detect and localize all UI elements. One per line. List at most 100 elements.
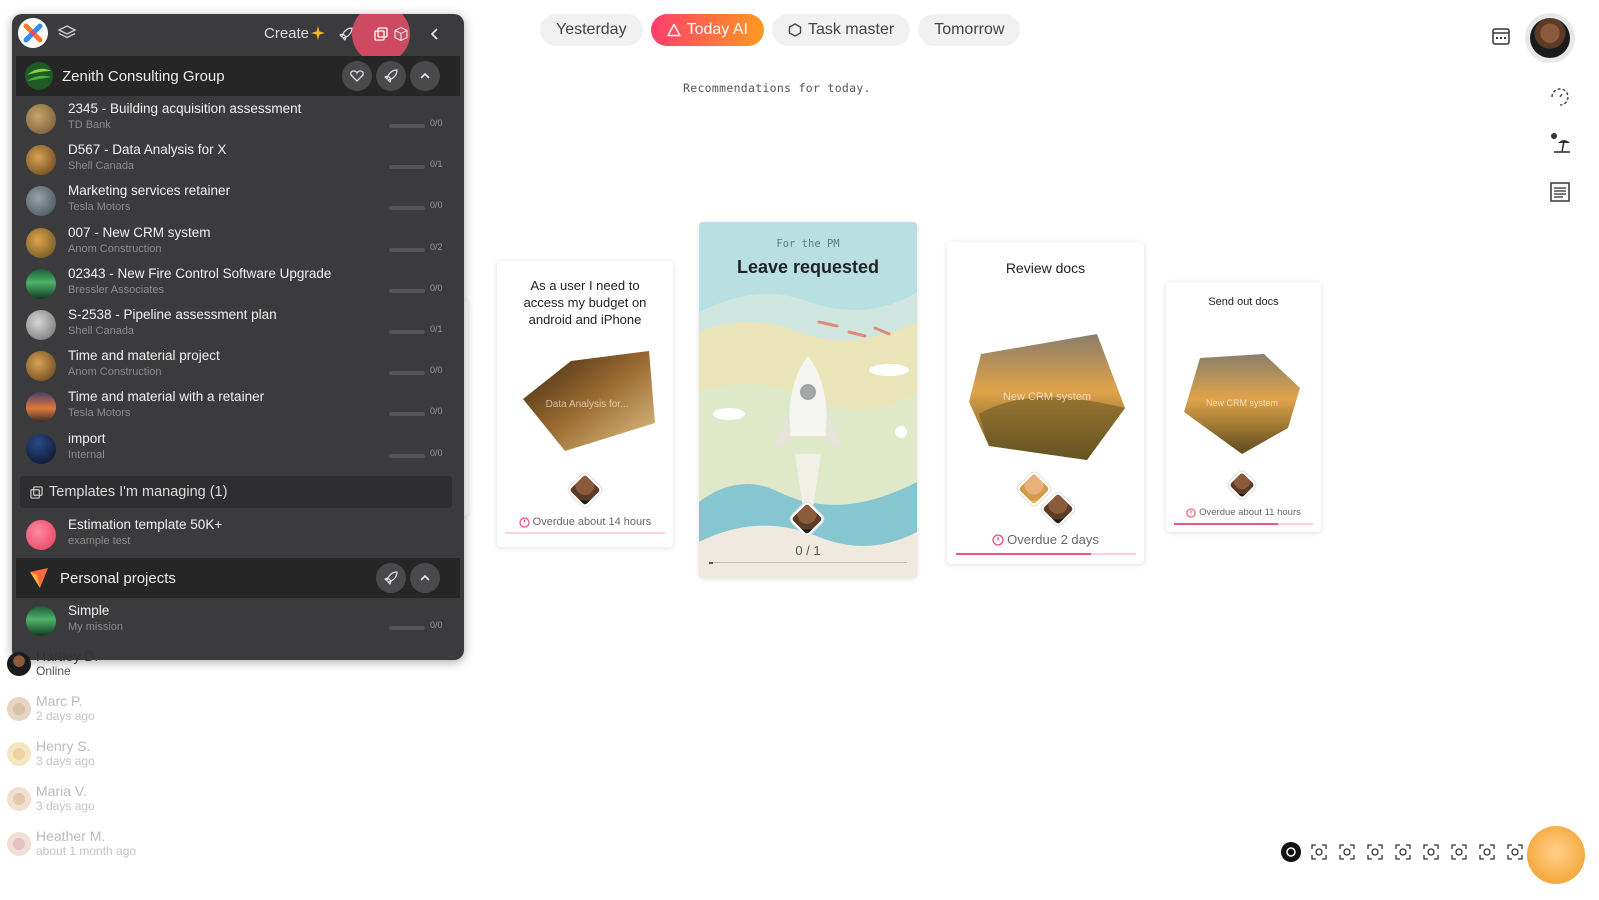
user-name: Hartley D. <box>36 648 99 664</box>
task-card-send[interactable]: Send out docs New CRM system Overdue abo… <box>1166 282 1321 532</box>
group-logo <box>25 62 53 90</box>
progress-fill <box>709 562 713 564</box>
project-progress-bar <box>389 412 425 417</box>
overdue-text: Overdue about 11 hours <box>1199 507 1301 518</box>
tab-yesterday[interactable]: Yesterday <box>540 14 643 46</box>
clock-icon <box>519 516 530 528</box>
copy-icon <box>374 27 388 41</box>
user-avatar[interactable] <box>1525 13 1575 63</box>
focus-target-icon-active[interactable] <box>1281 842 1301 862</box>
focus-target-icon[interactable] <box>1477 842 1497 862</box>
tag-heart-icon[interactable] <box>342 61 372 91</box>
templates-label: Templates I'm managing (1) <box>49 484 228 500</box>
overdue-status: Overdue about 14 hours <box>497 516 673 528</box>
project-progress-bar <box>389 288 425 293</box>
project-count: 0/0 <box>430 447 443 458</box>
tab-today-ai[interactable]: Today AI <box>650 14 764 46</box>
project-row[interactable]: 02343 - New Fire Control Software Upgrad… <box>16 263 460 304</box>
overdue-text: Overdue about 14 hours <box>532 516 652 528</box>
project-row[interactable]: Simple My mission 0/0 <box>16 600 460 641</box>
focus-target-icon[interactable] <box>1449 842 1469 862</box>
tab-label: Yesterday <box>556 21 627 38</box>
user-status: Online <box>36 664 71 678</box>
rocket-icon[interactable] <box>376 61 406 91</box>
sparkle-icon[interactable] <box>310 25 326 41</box>
online-user[interactable]: Marc P. 2 days ago <box>7 693 207 733</box>
cube-icon[interactable] <box>387 20 415 48</box>
tab-tomorrow[interactable]: Tomorrow <box>918 14 1021 46</box>
project-progress-bar <box>389 626 425 630</box>
templates-header[interactable]: Templates I'm managing (1) <box>20 476 452 508</box>
progress-bar <box>956 553 1136 555</box>
project-thumbnail <box>26 227 56 258</box>
project-title: 007 - New CRM system <box>68 224 211 240</box>
project-progress-bar <box>389 247 425 252</box>
rocket-icon[interactable] <box>376 563 406 593</box>
collapse-panel-icon[interactable] <box>421 20 449 48</box>
template-row[interactable]: Estimation template 50K+ example test <box>16 514 460 555</box>
tab-task-master[interactable]: Task master <box>771 14 911 46</box>
project-thumbnail <box>26 606 56 636</box>
tab-label: Today AI <box>686 21 748 38</box>
vacation-icon[interactable] <box>1547 130 1573 156</box>
online-user[interactable]: Henry S. 3 days ago <box>7 738 207 778</box>
task-card-leave[interactable]: For the PM Leave requested 0 / 1 <box>699 222 917 578</box>
online-user[interactable]: Heather M. about 1 month ago <box>7 828 207 868</box>
group-header-zenith[interactable]: Zenith Consulting Group <box>16 56 460 96</box>
focus-target-icon[interactable] <box>1309 842 1329 862</box>
project-client: Shell Canada <box>68 160 135 173</box>
project-row[interactable]: D567 - Data Analysis for X Shell Canada … <box>16 139 460 180</box>
project-progress-bar <box>389 330 425 334</box>
progress-fill <box>956 553 1091 555</box>
project-progress-bar <box>389 453 425 458</box>
project-row[interactable]: 2345 - Building acquisition assessment T… <box>16 98 460 139</box>
project-client: TD Bank <box>68 119 111 131</box>
chevron-up-icon[interactable] <box>410 563 440 593</box>
user-avatar <box>7 787 31 811</box>
panel-toolbar: Create <box>12 14 464 63</box>
user-name: Maria V. <box>36 783 87 799</box>
user-status: 3 days ago <box>36 799 95 813</box>
project-row[interactable]: Marketing services retainer Tesla Motors… <box>16 180 460 221</box>
astronaut-mascot-icon[interactable] <box>1527 826 1585 884</box>
project-row[interactable]: Time and material project Anom Construct… <box>16 345 460 386</box>
assignee-avatar <box>566 471 604 509</box>
group-header-personal[interactable]: Personal projects <box>16 558 460 598</box>
focus-target-icon[interactable] <box>1505 842 1525 862</box>
user-status: about 1 month ago <box>36 844 137 858</box>
calendar-icon[interactable] <box>1488 23 1514 49</box>
assignee-avatar <box>1226 469 1258 501</box>
user-avatar <box>7 742 31 766</box>
project-row[interactable]: 007 - New CRM system Anom Construction 0… <box>16 222 460 263</box>
project-client: Internal <box>68 448 105 461</box>
online-user[interactable]: Maria V. 3 days ago <box>7 783 207 823</box>
timer-icon[interactable] <box>1547 84 1573 110</box>
user-avatar <box>7 652 31 676</box>
app-logo[interactable] <box>18 18 48 48</box>
group-name: Zenith Consulting Group <box>62 67 225 85</box>
create-label[interactable]: Create <box>264 25 309 42</box>
user-name: Henry S. <box>36 738 91 754</box>
focus-target-icon[interactable] <box>1421 842 1441 862</box>
project-row[interactable]: import Internal 0/0 <box>16 428 460 469</box>
project-thumbnail <box>26 186 56 217</box>
project-client: My mission <box>68 621 124 633</box>
chevron-up-icon[interactable] <box>410 61 440 91</box>
project-row[interactable]: Time and material with a retainer Tesla … <box>16 386 460 427</box>
focus-target-icon[interactable] <box>1393 842 1413 862</box>
online-user[interactable]: Hartley D. Online <box>7 648 207 688</box>
checklist-count: 0 / 1 <box>795 543 821 558</box>
project-progress-bar <box>389 206 425 211</box>
focus-target-icon[interactable] <box>1337 842 1357 862</box>
task-card-budget[interactable]: As a user I need to access my budget on … <box>497 261 673 547</box>
clock-icon <box>992 533 1004 546</box>
project-image: New CRM system <box>969 334 1125 462</box>
notes-list-icon[interactable] <box>1547 179 1573 205</box>
task-card-review[interactable]: Review docs New CRM system Overdue 2 day… <box>947 242 1144 564</box>
project-count: 0/2 <box>430 241 443 252</box>
template-subtitle: example test <box>68 535 131 547</box>
project-row[interactable]: S-2538 - Pipeline assessment plan Shell … <box>16 304 460 345</box>
project-thumbnail <box>26 433 56 464</box>
focus-target-icon[interactable] <box>1365 842 1385 862</box>
layers-icon[interactable] <box>53 19 81 47</box>
